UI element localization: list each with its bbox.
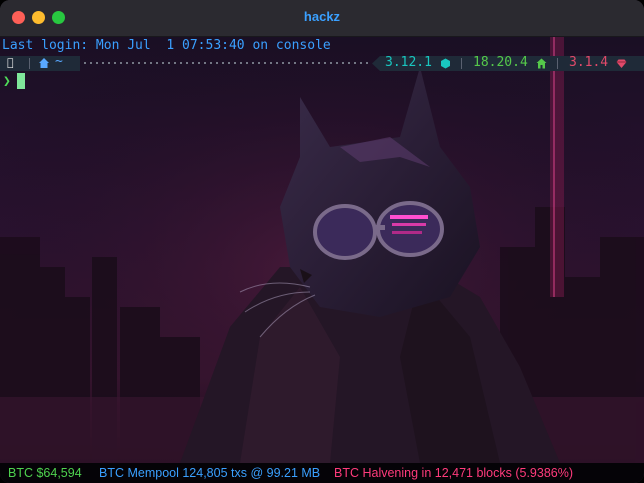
- title-bar[interactable]: hackz: [0, 0, 644, 37]
- btc-halving: BTC Halvening in 12,471 blocks (5.9386%): [334, 466, 574, 480]
- cat-wallpaper: [0, 37, 644, 463]
- python-version: 3.12.1: [385, 55, 432, 70]
- terminal-pane[interactable]: Last login: Mon Jul 1 07:53:40 on consol…: [0, 37, 644, 463]
- prompt-bar:  ~ 3.12.1 18.20.4 3.1.4: [0, 54, 644, 71]
- prompt-chevron: ❯: [3, 74, 11, 89]
- btc-mempool: BTC Mempool 124,805 txs @ 99.21 MB: [99, 466, 321, 480]
- terminal-window: hackz Last login: Mon Jul 1 07:53:40 on …: [0, 0, 644, 483]
- segment-divider: [557, 58, 558, 69]
- python-icon: [441, 58, 450, 69]
- window-title: hackz: [303, 9, 341, 24]
- text-cursor[interactable]: [17, 73, 25, 89]
- prompt-filler-dots: [82, 62, 372, 64]
- btc-price: BTC $64,594: [8, 466, 82, 480]
- home-icon: [39, 58, 49, 68]
- status-bar: BTC $64,594 BTC Mempool 124,805 txs @ 99…: [0, 463, 644, 483]
- segment-divider: [29, 58, 30, 69]
- last-login-line: Last login: Mon Jul 1 07:53:40 on consol…: [2, 38, 331, 53]
- ruby-icon: [616, 59, 627, 68]
- node-icon: [536, 58, 547, 69]
- segment-divider: [461, 58, 462, 69]
- node-version: 18.20.4: [473, 55, 528, 70]
- cwd-label: ~: [55, 54, 63, 69]
- apple-icon: : [7, 56, 14, 69]
- ruby-version: 3.1.4: [569, 55, 609, 70]
